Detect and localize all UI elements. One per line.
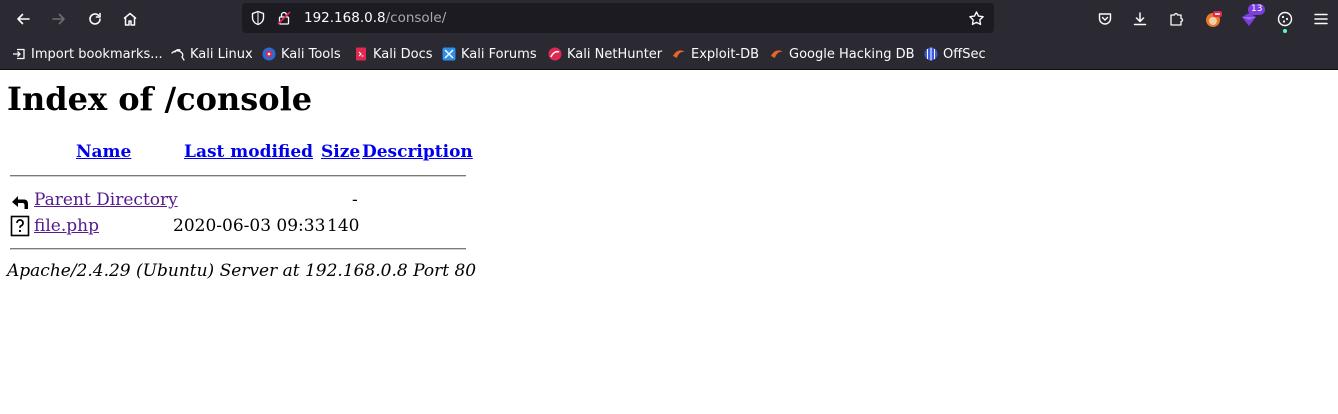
page-title: Index of /console — [7, 80, 313, 118]
reload-button[interactable] — [80, 4, 110, 33]
back-button[interactable] — [8, 4, 38, 33]
kali-dragon-icon — [171, 48, 185, 61]
downloads-button[interactable] — [1125, 4, 1155, 33]
bookmark-kali-nethunter[interactable]: Kali NetHunter — [548, 45, 662, 63]
kali-forums-icon — [442, 47, 456, 61]
size-cell: - — [352, 190, 358, 210]
hamburger-menu-icon — [1314, 13, 1328, 24]
bookmark-exploit-db[interactable]: Exploit-DB — [672, 45, 759, 63]
column-header-last-modified[interactable]: Last modified — [184, 142, 313, 162]
address-bar[interactable]: 192.168.0.8/console/ — [242, 3, 994, 33]
ghdb-icon — [771, 50, 783, 58]
bookmark-kali-docs[interactable]: Kali Docs — [354, 45, 433, 63]
bookmark-label: Kali Forums — [461, 46, 537, 62]
home-button[interactable] — [115, 4, 145, 33]
bookmark-label: Kali Tools — [281, 46, 341, 62]
url-path: /console/ — [385, 10, 447, 26]
bookmark-label: Import bookmarks... — [31, 46, 163, 62]
menu-button[interactable] — [1306, 4, 1336, 33]
bookmark-kali-tools[interactable]: Kali Tools — [262, 45, 341, 63]
last-modified-cell: 2020-06-03 09:33 — [173, 216, 326, 236]
bookmark-label: Kali Docs — [373, 46, 433, 62]
kali-docs-icon — [356, 47, 366, 61]
server-signature: Apache/2.4.29 (Ubuntu) Server at 192.168… — [7, 261, 477, 281]
bookmark-label: Exploit-DB — [691, 46, 760, 62]
url-host: 192.168.0.8 — [304, 10, 386, 26]
home-icon — [123, 12, 137, 26]
extensions-button[interactable] — [1161, 4, 1191, 33]
exploit-db-icon — [673, 50, 685, 58]
fox-extension-icon — [1206, 10, 1222, 27]
forward-button[interactable] — [44, 4, 74, 33]
column-header-name[interactable]: Name — [76, 142, 131, 162]
divider — [10, 248, 466, 250]
pocket-button[interactable] — [1090, 4, 1120, 33]
file-link[interactable]: file.php — [34, 216, 99, 236]
browser-toolbar: 192.168.0.8/console/ 13 — [0, 0, 1338, 37]
insecure-lock-icon[interactable] — [276, 10, 292, 26]
column-header-size[interactable]: Size — [321, 142, 360, 162]
ublock-button[interactable]: 13 — [1234, 4, 1266, 33]
page-content: Index of /console Name Last modified Siz… — [0, 70, 1338, 414]
divider — [10, 175, 466, 177]
pocket-icon — [1098, 12, 1112, 25]
extension-badge: 13 — [1248, 4, 1266, 15]
bookmark-offsec[interactable]: OffSec — [924, 45, 986, 63]
kali-nethunter-icon — [548, 47, 562, 61]
bookmark-label: Kali NetHunter — [567, 46, 663, 62]
cookie-extension-button[interactable] — [1270, 4, 1300, 33]
url-text[interactable]: 192.168.0.8/console/ — [304, 10, 446, 26]
bookmark-label: Kali Linux — [190, 46, 253, 62]
unknown-file-icon — [10, 215, 30, 237]
import-icon — [13, 48, 25, 60]
size-cell: 140 — [327, 216, 360, 236]
bookmark-star-icon[interactable] — [968, 10, 985, 27]
puzzle-icon — [1170, 12, 1184, 26]
bookmark-google-hacking-db[interactable]: Google Hacking DB — [770, 45, 915, 63]
bookmark-label: Google Hacking DB — [789, 46, 915, 62]
offsec-icon — [924, 47, 938, 61]
parent-directory-link[interactable]: Parent Directory — [34, 190, 178, 210]
bookmark-kali-linux[interactable]: Kali Linux — [171, 45, 253, 63]
bookmark-label: OffSec — [943, 46, 986, 62]
forward-arrow-icon — [52, 13, 65, 24]
foxyproxy-button[interactable] — [1198, 4, 1228, 33]
column-header-description[interactable]: Description — [362, 142, 473, 162]
back-arrow-icon — [17, 13, 30, 24]
bookmarks-toolbar: Import bookmarks... Kali Linux Kali Tool… — [0, 37, 1338, 70]
kali-tools-icon — [262, 47, 276, 61]
cookie-icon — [1277, 11, 1293, 26]
reload-icon — [89, 12, 101, 25]
bookmark-import[interactable]: Import bookmarks... — [12, 45, 163, 63]
download-icon — [1133, 11, 1147, 25]
shield-icon[interactable] — [250, 10, 266, 26]
indicator-dot — [1283, 29, 1287, 33]
back-arrow-icon — [12, 196, 28, 209]
bookmark-kali-forums[interactable]: Kali Forums — [442, 45, 537, 63]
